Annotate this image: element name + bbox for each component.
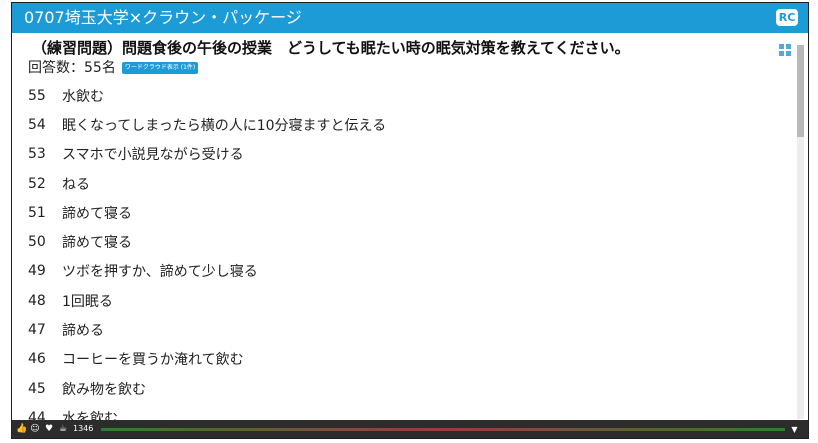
answer-count: 回答数：55名	[28, 60, 116, 76]
question-text: （練習問題）問題食後の午後の授業 どうしても眠たい時の眠気対策を教えてください。	[32, 39, 630, 57]
chevron-down-icon[interactable]: ▼	[791, 425, 797, 434]
answer-number: 45	[28, 380, 46, 397]
progress-fill	[101, 427, 786, 431]
answer-text: 飲み物を飲む	[62, 381, 146, 398]
answer-text: ツボを押すか、諦めて少し寝る	[62, 264, 258, 281]
word-cloud-button[interactable]: ワードクラウド表示 (1件)	[121, 62, 199, 74]
list-item: 50 諦めて寝る	[28, 227, 788, 256]
answer-count-row: 回答数：55名 ワードクラウド表示 (1件)	[28, 59, 199, 77]
thumbs-up-icon[interactable]: 👍	[16, 424, 27, 434]
answer-text: 1回眠る	[62, 293, 113, 310]
list-item: 48 1回眠る	[28, 286, 788, 315]
answer-number: 48	[28, 292, 46, 309]
answer-list: 55 水飲む 54 眠くなってしまったら横の人に10分寝ますと伝える 53 スマ…	[28, 81, 788, 433]
grid-view-icon[interactable]	[779, 44, 791, 56]
reaction-bar: 👍 ☺ ♥ ☕ 1346 ▼	[12, 420, 808, 438]
list-item: 52 ねる	[28, 169, 788, 198]
answer-text: スマホで小説見ながら受ける	[62, 147, 244, 164]
list-item: 45 飲み物を飲む	[28, 374, 788, 403]
heart-icon[interactable]: ♥	[44, 424, 54, 434]
answer-text: コーヒーを買うか淹れて飲む	[62, 352, 244, 369]
answer-text: 眠くなってしまったら横の人に10分寝ますと伝える	[62, 117, 387, 134]
window-title: 0707埼玉大学×クラウン・パッケージ	[24, 8, 302, 27]
answer-number: 52	[28, 175, 46, 192]
list-item: 51 諦めて寝る	[28, 198, 788, 227]
answer-text: 諦めて寝る	[62, 235, 132, 252]
list-item: 54 眠くなってしまったら横の人に10分寝ますと伝える	[28, 110, 788, 139]
answer-text: ねる	[62, 176, 90, 193]
list-item: 49 ツボを押すか、諦めて少し寝る	[28, 257, 788, 286]
answer-number: 54	[28, 116, 46, 133]
scrollbar-thumb[interactable]	[797, 45, 804, 137]
app-logo-icon[interactable]: RC	[776, 9, 798, 26]
title-bar: 0707埼玉大学×クラウン・パッケージ RC	[12, 3, 808, 33]
tea-icon[interactable]: ☕	[58, 424, 68, 434]
reaction-count: 1346	[73, 424, 94, 433]
answer-number: 46	[28, 351, 46, 368]
scrollbar[interactable]	[797, 45, 804, 419]
list-item: 53 スマホで小説見ながら受ける	[28, 140, 788, 169]
answer-number: 55	[28, 87, 46, 104]
answer-text: 諦めて寝る	[62, 205, 132, 222]
list-item: 46 コーヒーを買うか淹れて飲む	[28, 345, 788, 374]
answer-number: 50	[28, 234, 46, 251]
app-window: 0707埼玉大学×クラウン・パッケージ RC （練習問題）問題食後の午後の授業 …	[11, 2, 809, 439]
list-item: 55 水飲む	[28, 81, 788, 110]
answer-number: 51	[28, 204, 46, 221]
smile-icon[interactable]: ☺	[30, 424, 40, 434]
answer-text: 水飲む	[62, 88, 104, 105]
progress-bar	[101, 427, 786, 431]
answer-number: 53	[28, 146, 46, 163]
answer-number: 47	[28, 322, 46, 339]
list-item: 47 諦める	[28, 315, 788, 344]
answer-text: 諦める	[62, 323, 104, 340]
answer-number: 49	[28, 263, 46, 280]
